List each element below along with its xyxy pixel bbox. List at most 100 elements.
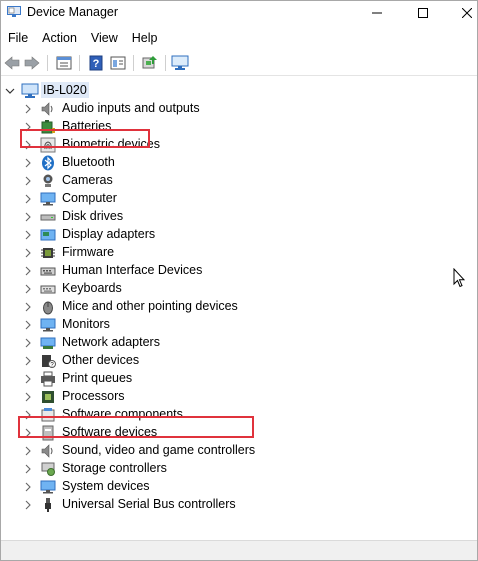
tree-item-label: Firmware	[62, 245, 115, 259]
tree-item-label: Sound, video and game controllers	[62, 443, 256, 457]
tree-item-keyboards[interactable]: Keyboards	[1, 280, 461, 298]
tree-item-print-queues[interactable]: Print queues	[1, 370, 461, 388]
tree-item-firmware[interactable]: Firmware	[1, 244, 461, 262]
tree-item-label: Print queues	[62, 371, 133, 385]
update-driver-button[interactable]	[141, 54, 159, 72]
menu-bar: File Action View Help	[1, 29, 165, 49]
chevron-right-icon[interactable]	[24, 338, 32, 348]
tree-item-network-adapters[interactable]: Network adapters	[1, 334, 461, 352]
chevron-right-icon[interactable]	[24, 392, 32, 402]
chevron-right-icon[interactable]	[24, 230, 32, 240]
chevron-right-icon[interactable]	[24, 302, 32, 312]
tree-item-sound-video-and-game-controllers[interactable]: Sound, video and game controllers	[1, 442, 461, 460]
help-icon: ?	[89, 55, 103, 71]
chevron-right-icon[interactable]	[24, 464, 32, 474]
scan-hardware-button[interactable]	[171, 54, 189, 72]
tree-item-other-devices[interactable]: ? Other devices	[1, 352, 461, 370]
tree-item-bluetooth[interactable]: Bluetooth	[1, 154, 461, 172]
chevron-right-icon[interactable]	[24, 212, 32, 222]
disk-drives-highlight	[20, 129, 150, 148]
tree-item-label: Processors	[62, 389, 125, 403]
device-manager-window: Device Manager File Action View Help ? I…	[0, 0, 478, 561]
disk-drive-icon	[40, 209, 56, 225]
chevron-right-icon[interactable]	[24, 374, 32, 384]
tree-item-label: Keyboards	[62, 281, 122, 295]
computer-icon	[40, 191, 56, 207]
maximize-button[interactable]	[403, 1, 443, 25]
toolbar-separator	[165, 55, 166, 71]
chevron-right-icon[interactable]	[24, 482, 32, 492]
menu-file[interactable]: File	[1, 29, 35, 49]
tree-item-storage-controllers[interactable]: Storage controllers	[1, 460, 461, 478]
chevron-right-icon[interactable]	[24, 176, 32, 186]
bluetooth-icon	[40, 155, 56, 171]
tree-root[interactable]: IB-L020	[1, 82, 301, 100]
back-arrow-icon	[4, 56, 20, 70]
chevron-right-icon[interactable]	[24, 500, 32, 510]
back-button[interactable]	[3, 54, 21, 72]
close-icon	[462, 8, 472, 18]
chevron-right-icon[interactable]	[24, 266, 32, 276]
svg-text:?: ?	[93, 58, 100, 70]
mouse-cursor-icon	[453, 268, 465, 288]
unknown-device-icon: ?	[40, 353, 56, 369]
tree-item-audio-inputs-and-outputs[interactable]: Audio inputs and outputs	[1, 100, 461, 118]
minimize-button[interactable]	[357, 1, 397, 25]
menu-action[interactable]: Action	[35, 29, 84, 49]
usb-controllers-highlight	[18, 416, 254, 438]
tree-item-universal-serial-bus-controllers[interactable]: Universal Serial Bus controllers	[1, 496, 461, 514]
tree-item-label: Human Interface Devices	[62, 263, 203, 277]
chevron-right-icon[interactable]	[24, 194, 32, 204]
help-button[interactable]: ?	[87, 54, 105, 72]
camera-icon	[40, 173, 56, 189]
tree-item-cameras[interactable]: Cameras	[1, 172, 461, 190]
tree-item-disk-drives[interactable]: Disk drives	[1, 208, 461, 226]
tree-item-label: Disk drives	[62, 209, 124, 223]
storage-controller-icon	[40, 461, 56, 477]
tree-item-human-interface-devices[interactable]: Human Interface Devices	[1, 262, 461, 280]
sound-icon	[40, 443, 56, 459]
toolbar-separator	[47, 55, 48, 71]
menu-view[interactable]: View	[84, 29, 125, 49]
tree-item-label: System devices	[62, 479, 150, 493]
chevron-down-icon[interactable]	[5, 86, 15, 96]
window-title: Device Manager	[27, 5, 119, 19]
network-adapter-icon	[40, 335, 56, 351]
computer-root-icon	[21, 83, 39, 98]
toolbar-separator	[133, 55, 134, 71]
printer-icon	[40, 371, 56, 387]
menu-help[interactable]: Help	[125, 29, 165, 49]
monitor-icon	[40, 317, 56, 333]
tree-item-label: Bluetooth	[62, 155, 115, 169]
chevron-right-icon[interactable]	[24, 104, 32, 114]
tree-item-display-adapters[interactable]: Display adapters	[1, 226, 461, 244]
forward-arrow-icon	[24, 56, 40, 70]
details-button[interactable]	[109, 54, 127, 72]
hid-icon	[40, 263, 56, 279]
tree-item-processors[interactable]: Processors	[1, 388, 461, 406]
title-bar: Device Manager	[1, 1, 477, 25]
tree-item-label: Monitors	[62, 317, 110, 331]
chevron-right-icon[interactable]	[24, 158, 32, 168]
tree-item-monitors[interactable]: Monitors	[1, 316, 461, 334]
monitor-scan-icon	[171, 55, 189, 70]
chevron-right-icon[interactable]	[24, 446, 32, 456]
keyboard-icon	[40, 281, 56, 297]
tree-item-system-devices[interactable]: System devices	[1, 478, 461, 496]
tree-item-mice-and-other-pointing-devices[interactable]: Mice and other pointing devices	[1, 298, 461, 316]
tree-item-label: Display adapters	[62, 227, 156, 241]
speaker-icon	[40, 101, 56, 117]
properties-button[interactable]	[55, 54, 73, 72]
display-adapter-icon	[40, 227, 56, 243]
forward-button[interactable]	[23, 54, 41, 72]
system-devices-icon	[40, 479, 56, 495]
mouse-icon	[40, 299, 56, 315]
chevron-right-icon[interactable]	[24, 284, 32, 294]
close-button[interactable]	[447, 1, 477, 25]
chevron-right-icon[interactable]	[24, 248, 32, 258]
chevron-right-icon[interactable]	[24, 320, 32, 330]
chevron-right-icon[interactable]	[24, 356, 32, 366]
tree-item-computer[interactable]: Computer	[1, 190, 461, 208]
properties-icon	[56, 56, 72, 70]
chip-icon	[40, 245, 56, 261]
